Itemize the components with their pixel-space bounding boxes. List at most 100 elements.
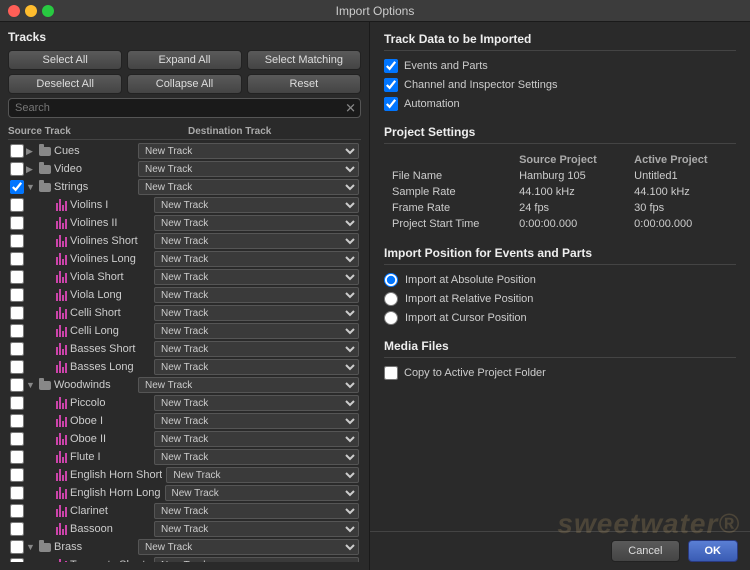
folder-expand-icon[interactable]: ▶	[26, 164, 38, 175]
track-checkbox[interactable]	[10, 486, 24, 500]
track-destination-select[interactable]: New Track	[154, 323, 359, 339]
track-destination-select[interactable]: New Track	[154, 413, 359, 429]
track-data-checkbox[interactable]	[384, 59, 398, 73]
track-checkbox[interactable]	[10, 468, 24, 482]
project-table-cell: Untitled1	[626, 168, 736, 184]
deselect-all-button[interactable]: Deselect All	[8, 74, 122, 94]
cancel-button[interactable]: Cancel	[611, 540, 679, 562]
import-position-radio[interactable]	[384, 311, 398, 325]
import-position-section: Import Position for Events and Parts Imp…	[384, 246, 736, 325]
select-all-button[interactable]: Select All	[8, 50, 122, 70]
track-destination-select[interactable]: New Track	[154, 251, 359, 267]
track-checkbox[interactable]	[10, 432, 24, 446]
track-checkbox[interactable]	[10, 306, 24, 320]
expand-all-button[interactable]: Expand All	[127, 50, 241, 70]
track-destination-select[interactable]: New Track	[154, 449, 359, 465]
track-checkbox[interactable]	[10, 288, 24, 302]
track-checkbox[interactable]	[10, 198, 24, 212]
traffic-lights	[8, 5, 54, 17]
track-checkbox[interactable]	[10, 360, 24, 374]
track-destination-select[interactable]: New Track	[165, 485, 359, 501]
track-destination-select[interactable]: New Track	[138, 161, 359, 177]
track-destination-select[interactable]: New Track	[154, 269, 359, 285]
track-checkbox[interactable]	[10, 504, 24, 518]
track-checkbox[interactable]	[10, 396, 24, 410]
track-checkbox[interactable]	[10, 540, 24, 554]
track-name: Brass	[54, 541, 134, 553]
select-matching-button[interactable]: Select Matching	[247, 50, 361, 70]
folder-icon	[38, 144, 52, 158]
reset-button[interactable]: Reset	[247, 74, 361, 94]
source-track-header: Source Track	[8, 126, 188, 137]
track-destination: New Track	[154, 323, 359, 339]
collapse-all-button[interactable]: Collapse All	[127, 74, 241, 94]
track-destination-select[interactable]: New Track	[154, 233, 359, 249]
track-checkbox[interactable]	[10, 180, 24, 194]
track-destination-select[interactable]: New Track	[154, 341, 359, 357]
track-destination-select[interactable]: New Track	[154, 197, 359, 213]
instrument-icon	[54, 504, 68, 518]
track-destination-select[interactable]: New Track	[154, 215, 359, 231]
track-checkbox[interactable]	[10, 414, 24, 428]
track-destination-select[interactable]: New Track	[154, 359, 359, 375]
close-button[interactable]	[8, 5, 20, 17]
track-checkbox[interactable]	[10, 378, 24, 392]
track-destination-select[interactable]: New Track	[154, 287, 359, 303]
track-data-checkbox[interactable]	[384, 97, 398, 111]
folder-expand-icon[interactable]: ▶	[26, 146, 38, 157]
import-position-radio[interactable]	[384, 292, 398, 306]
track-data-title: Track Data to be Imported	[384, 32, 736, 51]
ok-button[interactable]: OK	[688, 540, 739, 562]
track-destination-select[interactable]: New Track	[154, 305, 359, 321]
track-destination-select[interactable]: New Track	[154, 557, 359, 562]
search-clear-icon[interactable]: ✕	[345, 102, 356, 115]
title-bar: Import Options	[0, 0, 750, 22]
maximize-button[interactable]	[42, 5, 54, 17]
folder-icon	[38, 378, 52, 392]
track-checkbox[interactable]	[10, 324, 24, 338]
track-destination-select[interactable]: New Track	[154, 521, 359, 537]
track-checkbox[interactable]	[10, 216, 24, 230]
track-checkbox[interactable]	[10, 270, 24, 284]
track-row: Basses ShortNew Track	[8, 340, 361, 358]
track-destination-select[interactable]: New Track	[138, 539, 359, 555]
folder-expand-icon[interactable]: ▼	[26, 380, 38, 390]
track-checkbox[interactable]	[10, 252, 24, 266]
track-destination-select[interactable]: New Track	[154, 431, 359, 447]
folder-expand-icon[interactable]: ▼	[26, 542, 38, 552]
instrument-icon	[54, 216, 68, 230]
track-checkbox[interactable]	[10, 558, 24, 562]
track-row: English Horn Short New Track	[8, 466, 361, 484]
track-destination-select[interactable]: New Track	[138, 377, 359, 393]
instrument-icon	[54, 360, 68, 374]
minimize-button[interactable]	[25, 5, 37, 17]
project-table-header	[384, 152, 511, 168]
project-table-cell: Frame Rate	[384, 200, 511, 216]
track-destination: New Track	[154, 521, 359, 537]
track-checkbox[interactable]	[10, 450, 24, 464]
track-destination-select[interactable]: New Track	[138, 179, 359, 195]
track-destination: New Track	[154, 341, 359, 357]
folder-expand-icon[interactable]: ▼	[26, 182, 38, 192]
track-name: Violines Long	[70, 253, 150, 265]
project-table: Source ProjectActive ProjectFile NameHam…	[384, 152, 736, 232]
instrument-icon	[54, 522, 68, 536]
track-destination: New Track	[154, 431, 359, 447]
import-position-radio[interactable]	[384, 273, 398, 287]
project-table-cell: Sample Rate	[384, 184, 511, 200]
track-destination-select[interactable]: New Track	[166, 467, 359, 483]
folder-icon	[38, 540, 52, 554]
track-checkbox[interactable]	[10, 342, 24, 356]
track-data-checkbox[interactable]	[384, 78, 398, 92]
track-destination-select[interactable]: New Track	[138, 143, 359, 159]
track-checkbox[interactable]	[10, 234, 24, 248]
track-destination-select[interactable]: New Track	[154, 395, 359, 411]
media-checkbox[interactable]	[384, 366, 398, 380]
track-destination-select[interactable]: New Track	[154, 503, 359, 519]
track-checkbox[interactable]	[10, 522, 24, 536]
track-name: English Horn Short	[70, 469, 162, 481]
track-checkbox[interactable]	[10, 162, 24, 176]
track-checkbox[interactable]	[10, 144, 24, 158]
search-input[interactable]	[8, 98, 361, 118]
track-destination: New Track	[154, 305, 359, 321]
